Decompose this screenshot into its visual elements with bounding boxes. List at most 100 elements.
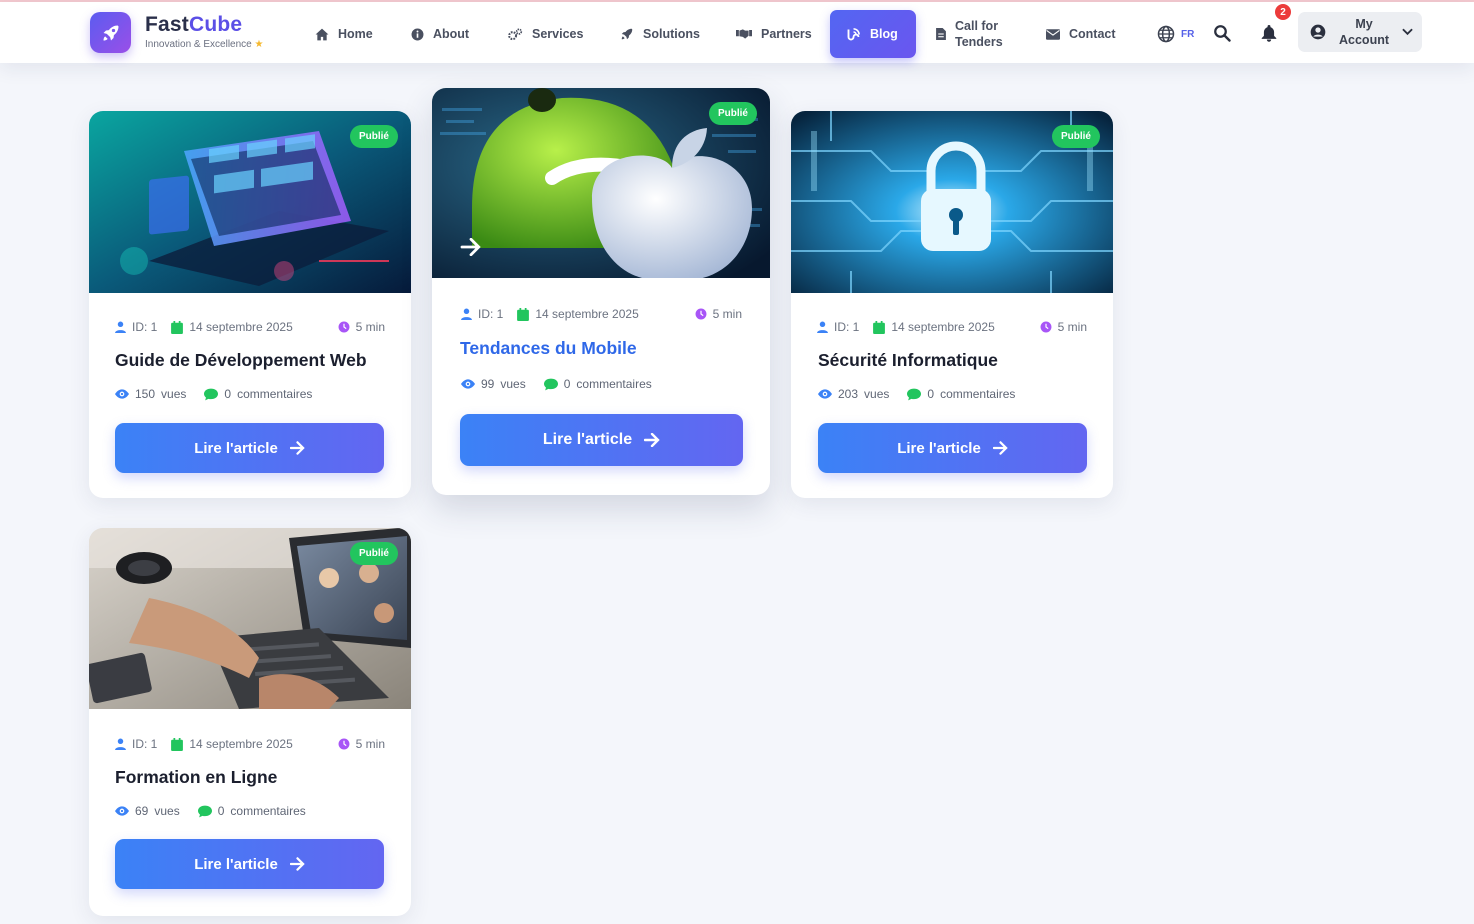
views-label: vues [154,804,180,818]
publish-date: 14 septembre 2025 [189,737,293,751]
chevron-down-icon [1402,28,1413,36]
clock-icon [695,308,707,320]
article-meta: ID: 1 14 septembre 2025 5 min [817,320,1087,334]
article-title[interactable]: Tendances du Mobile [460,338,637,359]
article-meta: ID: 1 14 septembre 2025 5 min [115,320,385,334]
article-image[interactable]: Publié [791,111,1113,293]
author-id: ID: 1 [132,320,158,334]
views-count: 150 [135,387,156,401]
user-icon [461,308,472,320]
eye-icon [115,806,129,816]
nav-home[interactable]: Home [315,10,373,58]
article-title[interactable]: Formation en Ligne [115,767,277,788]
user-icon [115,738,126,750]
account-label: My Account [1339,17,1389,47]
views-label: vues [500,377,526,391]
article-card[interactable]: Publié ID: 1 14 septembre 2025 5 min Séc… [791,111,1113,498]
status-badge: Publié [349,125,398,148]
nav-solutions[interactable]: Solutions [620,10,700,58]
comment-icon [907,388,922,400]
article-title[interactable]: Guide de Développement Web [115,350,367,371]
arrow-right-icon [992,441,1008,455]
nav-about[interactable]: About [411,10,469,58]
views-label: vues [864,387,890,401]
article-card[interactable]: Publié ID: 1 14 septembre 2025 5 min Gui… [89,111,411,498]
publish-date: 14 septembre 2025 [891,320,995,334]
views-count: 99 [481,377,495,391]
notifications-button[interactable] [1261,24,1277,47]
author-id: ID: 1 [478,307,504,321]
user-icon [115,321,126,333]
article-card[interactable]: Publié ID: 1 14 septembre 2025 5 min For… [89,528,411,916]
arrow-right-icon [289,441,305,455]
document-icon [936,28,946,40]
comments-label: commentaires [940,387,1016,401]
article-image[interactable]: Publié [89,528,411,709]
calendar-icon [873,320,886,334]
read-article-label: Lire l'article [194,855,278,873]
status-badge: Publié [349,542,398,565]
calendar-icon [517,307,530,321]
article-card[interactable]: Publié ID: 1 14 septembre 2025 5 min Ten… [432,88,770,495]
account-menu[interactable]: My Account [1298,12,1422,52]
nav-partners[interactable]: Partners [736,10,812,58]
nav-call-for-tenders[interactable]: Call for Tenders [936,10,1003,58]
eye-icon [818,389,832,399]
publish-date: 14 septembre 2025 [189,320,293,334]
search-icon [1214,25,1231,42]
nav-services[interactable]: Services [508,10,583,58]
article-meta: ID: 1 14 septembre 2025 5 min [115,737,385,751]
article-meta: ID: 1 14 septembre 2025 5 min [461,307,742,321]
star-icon: ★ [254,39,264,50]
bell-icon [1261,25,1277,42]
read-time: 5 min [355,737,385,751]
read-article-button[interactable]: Lire l'article [818,423,1087,473]
logo[interactable] [90,12,131,53]
read-article-label: Lire l'article [897,439,981,457]
status-badge: Publié [1051,125,1100,148]
comments-count: 0 [927,387,935,401]
blog-icon [847,27,860,40]
calendar-icon [171,320,184,334]
envelope-icon [1046,28,1060,40]
brand[interactable]: FastCube Innovation & Excellence ★ [145,13,263,50]
search-button[interactable] [1213,24,1231,47]
comment-icon [197,805,212,817]
nav-services-label: Services [532,27,584,41]
views-count: 69 [135,804,149,818]
arrow-right-icon [460,238,481,256]
gears-icon [508,27,523,40]
nav-contact[interactable]: Contact [1046,10,1116,58]
globe-icon [1157,25,1175,43]
eye-icon [115,389,129,399]
rocket-icon [103,25,118,40]
read-article-button[interactable]: Lire l'article [115,839,384,889]
read-time: 5 min [1057,320,1087,334]
rocket-icon [621,28,633,40]
language-code: FR [1181,28,1195,40]
nav-blog[interactable]: Blog [830,10,916,58]
article-image[interactable]: Publié [432,88,770,278]
article-title[interactable]: Sécurité Informatique [818,350,998,371]
comment-icon [543,378,558,390]
article-stats: 150 vues 0 commentaires [115,387,312,401]
read-time: 5 min [712,307,742,321]
article-stats: 69 vues 0 commentaires [115,804,306,818]
brand-tagline: Innovation & Excellence ★ [145,39,264,50]
views-count: 203 [838,387,859,401]
read-article-button[interactable]: Lire l'article [115,423,384,473]
nav-contact-label: Contact [1069,27,1116,41]
arrow-right-icon [289,857,305,871]
info-icon [411,28,424,40]
clock-icon [1040,321,1052,333]
status-badge: Publié [708,102,757,125]
nav-call-for-tenders-label: Call for Tenders [955,19,1003,49]
user-circle-icon [1310,24,1326,40]
nav-blog-label: Blog [870,27,898,41]
publish-date: 14 septembre 2025 [535,307,639,321]
language-switcher[interactable]: FR [1157,25,1194,43]
article-image[interactable]: Publié [89,111,411,293]
read-article-button[interactable]: Lire l'article [460,414,743,466]
article-stats: 99 vues 0 commentaires [461,377,652,391]
handshake-icon [736,29,752,39]
